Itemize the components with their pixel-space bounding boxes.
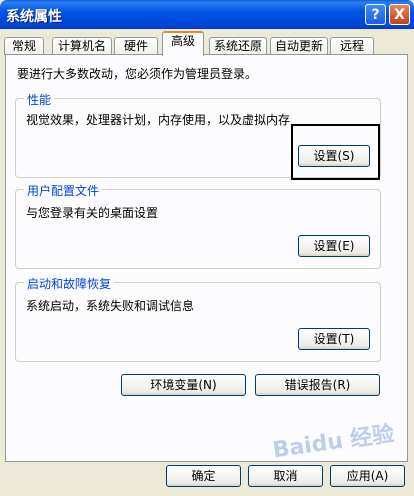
close-button[interactable]: X [389,4,410,25]
cancel-button[interactable]: 取消 [248,465,323,487]
user-profiles-label: 用户配置文件 [24,182,103,199]
environment-variables-button[interactable]: 环境变量(N) [121,374,246,396]
error-reporting-button[interactable]: 错误报告(R) [255,374,380,396]
close-icon: X [394,6,405,23]
ok-button[interactable]: 确定 [166,465,241,487]
help-button[interactable]: ? [365,4,386,25]
title-bar: 系统属性 ? X [0,0,414,29]
tab-strip: 常规 计算机名 硬件 高级 系统还原 自动更新 远程 [4,31,410,56]
performance-label: 性能 [24,91,55,108]
tab-auto-update[interactable]: 自动更新 [270,37,328,55]
startup-recovery-group: 启动和故障恢复 系统启动，系统失败和调试信息 设置(T) [15,275,381,362]
startup-recovery-desc: 系统启动，系统失败和调试信息 [26,299,195,313]
tab-remote[interactable]: 远程 [330,37,374,55]
tab-general[interactable]: 常规 [4,37,44,55]
apply-button[interactable]: 应用(A) [330,465,405,487]
admin-note: 要进行大多数改动，您必须作为管理员登录。 [17,67,258,81]
performance-desc: 视觉效果，处理器计划，内存使用，以及虚拟内存 [26,113,291,127]
user-profiles-desc: 与您登录有关的桌面设置 [26,206,159,220]
user-profiles-group: 用户配置文件 与您登录有关的桌面设置 设置(E) [15,182,381,269]
help-icon: ? [371,6,380,23]
user-profiles-settings-button[interactable]: 设置(E) [298,235,370,257]
window-title: 系统属性 [6,9,62,25]
startup-recovery-settings-button[interactable]: 设置(T) [298,328,370,350]
tab-system-restore[interactable]: 系统还原 [209,37,267,55]
startup-recovery-label: 启动和故障恢复 [24,275,115,292]
tab-advanced[interactable]: 高级 [162,31,204,56]
tab-computer-name[interactable]: 计算机名 [52,37,112,55]
highlight-box [291,124,380,180]
tab-hardware[interactable]: 硬件 [114,37,158,55]
